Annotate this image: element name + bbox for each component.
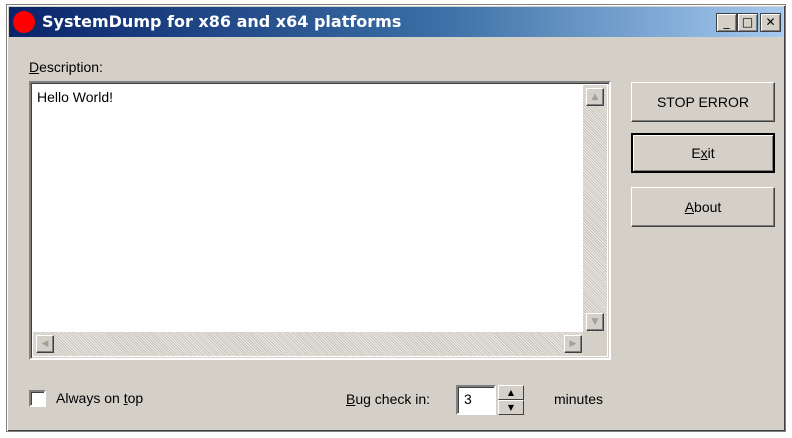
close-icon: ✕ [765,15,776,29]
spin-down-icon: ▼ [507,403,515,412]
app-window: SystemDump for x86 and x64 platforms _ □… [6,4,786,432]
scroll-down-button[interactable]: ▼ [586,313,604,331]
arrow-left-icon: ◀ [41,339,49,349]
arrow-down-icon: ▼ [591,317,599,327]
minimize-icon: _ [723,15,730,29]
about-button[interactable]: About [631,187,775,227]
maximize-icon: □ [741,15,754,29]
horizontal-scrollbar[interactable]: ◀ ▶ [33,332,585,356]
maximize-button[interactable]: □ [737,13,758,32]
bug-check-label: Bug check in: [346,391,431,407]
arrow-right-icon: ▶ [569,339,577,349]
spin-up-button[interactable]: ▲ [498,385,524,400]
always-on-top-checkbox[interactable] [29,390,46,407]
always-on-top-label[interactable]: Always on top [56,390,143,406]
bug-check-spinner[interactable]: ▲ ▼ [498,385,524,415]
scroll-left-button[interactable]: ◀ [36,335,54,353]
bug-check-minutes-input[interactable]: 3 [456,385,496,415]
scroll-up-button[interactable]: ▲ [586,88,604,106]
scroll-right-button[interactable]: ▶ [564,335,582,353]
minimize-button[interactable]: _ [716,13,737,32]
vertical-scrollbar[interactable]: ▲ ▼ [583,85,607,334]
window-title: SystemDump for x86 and x64 platforms [42,12,402,31]
description-text: Hello World! [37,89,113,105]
close-button[interactable]: ✕ [760,13,781,32]
exit-button[interactable]: Ex it [631,133,775,173]
spin-down-button[interactable]: ▼ [498,400,524,415]
title-bar[interactable]: SystemDump for x86 and x64 platforms _ □… [9,7,783,37]
minutes-label: minutes [554,391,604,407]
arrow-up-icon: ▲ [591,92,599,102]
stop-error-button[interactable]: STOP ERROR [631,82,775,122]
description-textarea[interactable]: Hello World! ▲ ▼ ◀ ▶ [29,81,611,360]
spin-up-icon: ▲ [507,388,515,397]
app-icon [13,11,35,33]
description-label: Description: [29,59,103,75]
scrollbar-corner [583,332,607,356]
